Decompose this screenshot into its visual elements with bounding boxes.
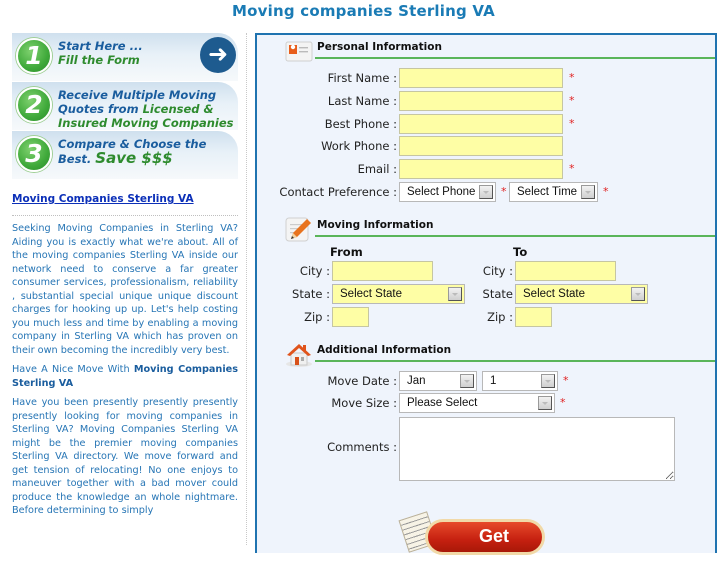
- move-day-dropdown[interactable]: 1: [482, 371, 558, 391]
- to-state-dropdown[interactable]: Select State: [515, 284, 648, 304]
- chevron-down-icon[interactable]: [581, 185, 595, 199]
- step-2-banner: 2 Receive Multiple Moving Quotes from Li…: [12, 82, 238, 130]
- chevron-down-icon[interactable]: [538, 396, 552, 410]
- work-phone-input[interactable]: [399, 136, 563, 156]
- sidebar-paragraph-2: Have you been presently presently presen…: [12, 397, 238, 516]
- from-zip-label: Zip :: [304, 310, 330, 324]
- pencil-icon: [285, 217, 311, 242]
- to-heading: To: [513, 245, 528, 259]
- to-zip-label: Zip :: [487, 310, 513, 324]
- work-phone-label: Work Phone :: [321, 139, 397, 153]
- contact-card-icon: [285, 41, 313, 62]
- to-state-label: State: [482, 287, 513, 301]
- from-city-input[interactable]: [332, 261, 433, 281]
- sidebar-heading: Have A Nice Move With Moving Companies S…: [12, 364, 238, 389]
- column-divider: [246, 33, 247, 545]
- required-marker: *: [603, 185, 609, 198]
- from-state-label: State :: [292, 287, 330, 301]
- best-phone-input[interactable]: [399, 114, 563, 134]
- required-marker: *: [560, 396, 566, 409]
- house-icon: [286, 344, 312, 367]
- to-zip-input[interactable]: [515, 307, 552, 327]
- quote-form: Personal Information First Name : * Last…: [255, 33, 717, 574]
- sidebar-paragraph-1: Seeking Moving Companies in Sterling VA?…: [12, 223, 238, 356]
- get-quotes-button[interactable]: Get Quotes: [397, 511, 549, 574]
- divider: [12, 215, 238, 216]
- from-heading: From: [330, 245, 363, 259]
- comments-textarea[interactable]: [399, 417, 675, 481]
- sidebar-link-moving-companies[interactable]: Moving Companies Sterling VA: [12, 193, 238, 205]
- page-title: Moving companies Sterling VA: [232, 2, 495, 20]
- select-phone-dropdown[interactable]: Select Phone: [399, 182, 496, 202]
- first-name-input[interactable]: [399, 68, 563, 88]
- personal-info-header: Personal Information: [257, 37, 715, 67]
- move-date-label: Move Date :: [327, 374, 397, 388]
- first-name-label: First Name :: [327, 71, 397, 85]
- last-name-input[interactable]: [399, 91, 563, 111]
- additional-info-header: Additional Information: [257, 340, 715, 370]
- required-marker: *: [569, 71, 575, 84]
- step-number-1: 1: [16, 38, 52, 74]
- step-1-banner: 1 Start Here ... Fill the Form ➜: [12, 33, 238, 81]
- step-3-banner: 3 Compare & Choose the Best. Save $$$: [12, 131, 238, 179]
- from-city-label: City :: [299, 264, 330, 278]
- required-marker: *: [569, 117, 575, 130]
- required-marker: *: [569, 94, 575, 107]
- last-name-label: Last Name :: [327, 94, 397, 108]
- required-marker: *: [501, 185, 507, 198]
- chevron-down-icon[interactable]: [479, 185, 493, 199]
- email-label: Email :: [357, 162, 397, 176]
- from-zip-input[interactable]: [332, 307, 369, 327]
- chevron-down-icon[interactable]: [541, 374, 555, 388]
- chevron-down-icon[interactable]: [460, 374, 474, 388]
- comments-label: Comments :: [327, 440, 397, 454]
- step-number-3: 3: [16, 136, 52, 172]
- to-city-input[interactable]: [515, 261, 616, 281]
- step-number-2: 2: [16, 87, 52, 123]
- move-size-label: Move Size :: [331, 396, 397, 410]
- sidebar: 1 Start Here ... Fill the Form ➜ 2 Recei…: [12, 33, 238, 545]
- moving-info-header: Moving Information: [257, 215, 715, 245]
- step-3-text: Compare & Choose the Best. Save $$$: [58, 137, 207, 167]
- move-month-dropdown[interactable]: Jan: [399, 371, 477, 391]
- select-time-dropdown[interactable]: Select Time: [509, 182, 598, 202]
- contact-preference-label: Contact Preference :: [279, 185, 397, 199]
- step-2-text: Receive Multiple Moving Quotes from Lice…: [58, 88, 234, 130]
- arrow-right-icon[interactable]: ➜: [200, 37, 236, 73]
- move-size-dropdown[interactable]: Please Select: [399, 393, 555, 413]
- to-city-label: City :: [482, 264, 513, 278]
- chevron-down-icon[interactable]: [631, 287, 645, 301]
- best-phone-label: Best Phone :: [324, 117, 397, 131]
- required-marker: *: [569, 162, 575, 175]
- email-input[interactable]: [399, 159, 563, 179]
- required-marker: *: [563, 374, 569, 387]
